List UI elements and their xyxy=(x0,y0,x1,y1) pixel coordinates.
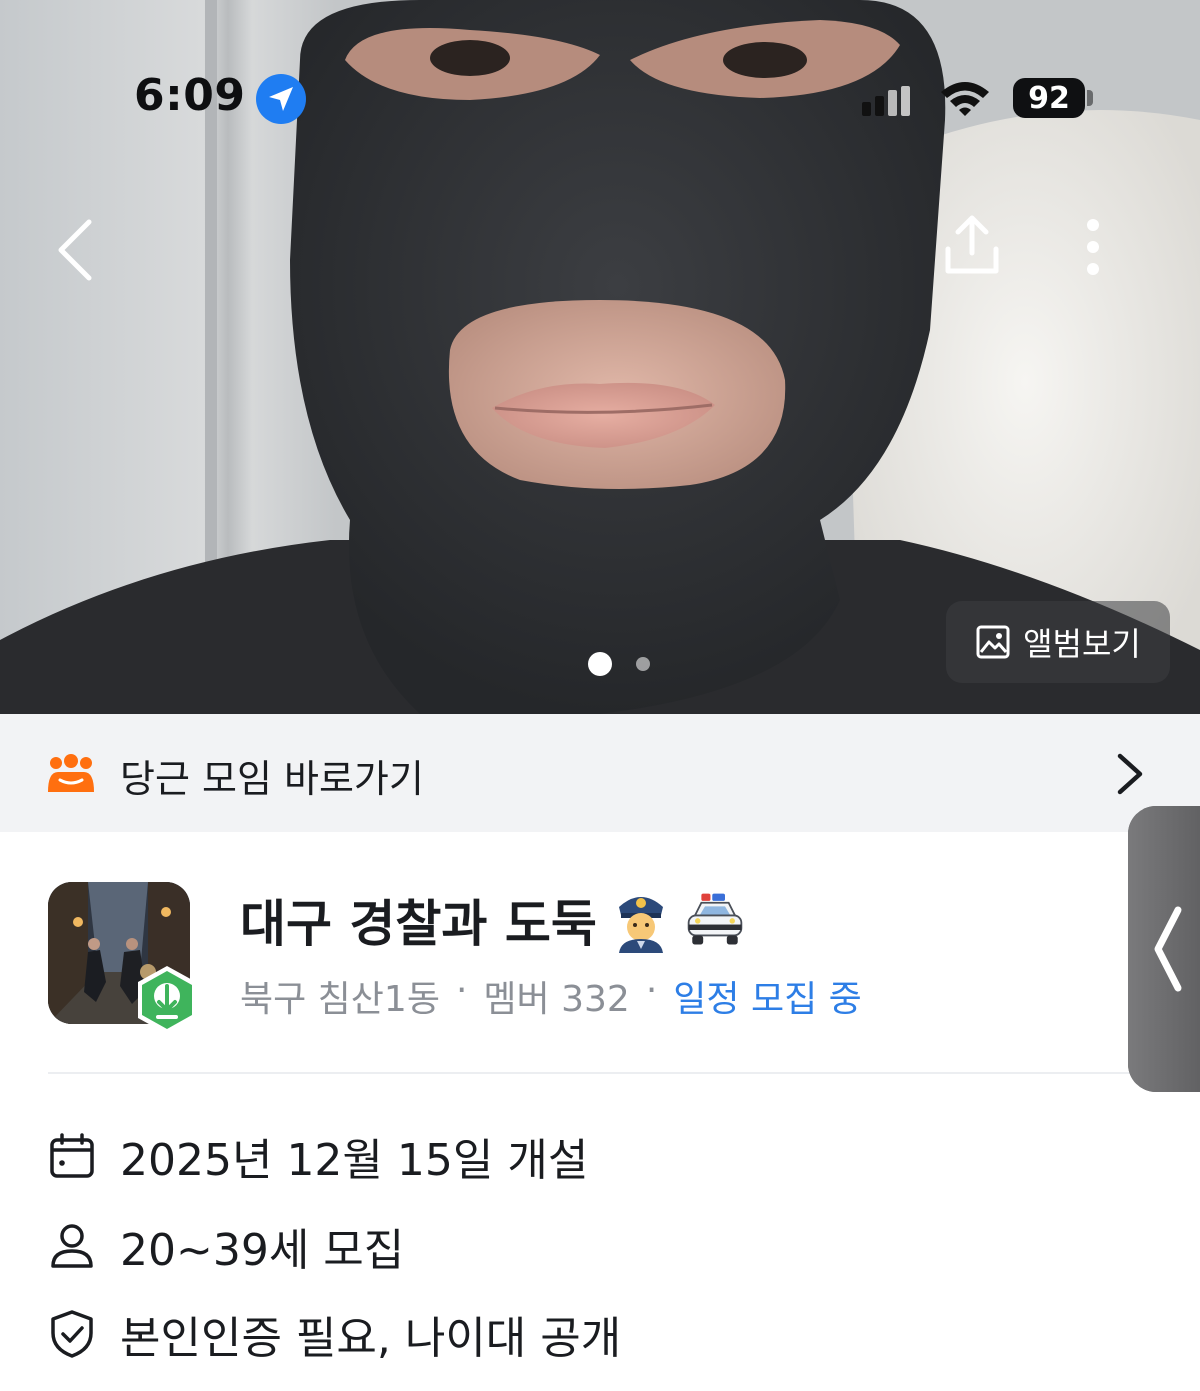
person-icon xyxy=(48,1222,96,1270)
requirements-row: 본인인증 필요, 나이대 공개 xyxy=(48,1310,621,1364)
daangn-group-shortcut[interactable]: 당근 모임 바로가기 xyxy=(0,714,1200,832)
chevron-left-icon xyxy=(58,219,92,281)
founded-date-text: 2025년 12월 15일 개설 xyxy=(120,1135,589,1186)
section-divider xyxy=(48,1072,1152,1074)
side-panel-handle[interactable] xyxy=(1128,806,1200,1092)
status-time: 6:09 xyxy=(134,70,246,121)
police-officer-emoji xyxy=(618,897,663,953)
group-title-text: 대구 경찰과 도둑 xyxy=(240,895,597,953)
wifi-icon xyxy=(941,82,989,116)
battery-icon xyxy=(1087,90,1093,106)
more-button[interactable] xyxy=(1070,210,1116,284)
page-dot xyxy=(636,657,650,671)
group-location: 북구 침산1동 xyxy=(240,979,440,1020)
gallery-pagination xyxy=(588,652,650,676)
requirements-text: 본인인증 필요, 나이대 공개 xyxy=(120,1313,622,1364)
calendar-icon xyxy=(48,1132,96,1180)
group-member-count: 멤버 332 xyxy=(483,979,630,1020)
battery-level: 92 xyxy=(1013,78,1085,118)
share-icon xyxy=(945,215,999,274)
location-arrow-icon xyxy=(256,74,306,124)
page-dot-active xyxy=(588,652,612,676)
group-title: 대구 경찰과 도둑 xyxy=(240,884,745,956)
group-recruit-status: 일정 모집 중 xyxy=(673,979,862,1020)
meta-separator: · xyxy=(645,970,658,1011)
police-car-emoji xyxy=(687,893,743,945)
age-range-text: 20~39세 모집 xyxy=(120,1225,405,1276)
verified-group-badge xyxy=(138,966,196,1034)
share-button[interactable] xyxy=(932,205,1012,285)
more-vertical-icon xyxy=(1087,219,1099,275)
meta-separator: · xyxy=(455,970,468,1011)
shield-check-icon xyxy=(48,1310,96,1358)
group-meta: 북구 침산1동 · 멤버 332 · 일정 모집 중 xyxy=(240,970,862,1022)
age-range-row: 20~39세 모집 xyxy=(48,1222,404,1276)
back-button[interactable] xyxy=(40,205,110,295)
cellular-signal-icon xyxy=(862,86,910,116)
founded-date-row: 2025년 12월 15일 개설 xyxy=(48,1132,588,1186)
album-view-button[interactable]: 앨범보기 xyxy=(946,601,1170,683)
group-people-icon xyxy=(48,754,94,792)
chevron-left-icon xyxy=(1154,906,1182,992)
hero-photo[interactable]: 6:09 92 앨범보기 xyxy=(0,0,1200,714)
image-icon xyxy=(976,625,1010,659)
chevron-right-icon xyxy=(1117,753,1143,795)
album-view-label: 앨범보기 xyxy=(1023,625,1141,663)
shortcut-label: 당근 모임 바로가기 xyxy=(120,757,424,801)
